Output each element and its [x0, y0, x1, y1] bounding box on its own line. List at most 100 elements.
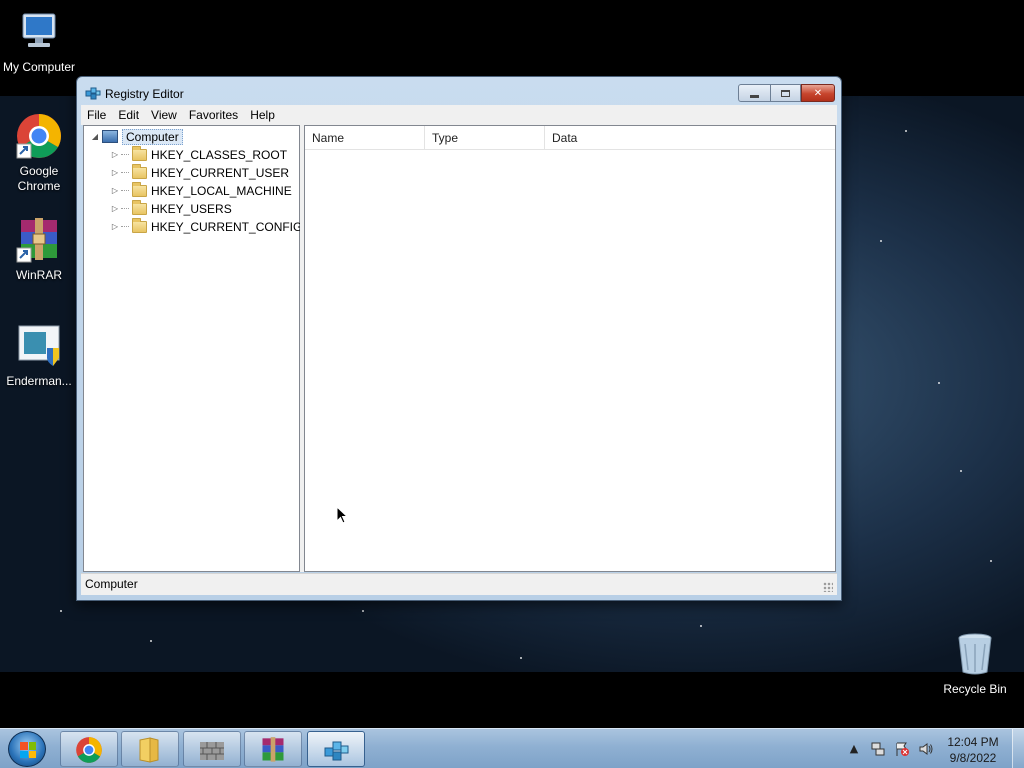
star — [150, 640, 152, 642]
folder-icon — [132, 145, 147, 161]
network-icon[interactable] — [870, 741, 886, 757]
desktop-icon-label: WinRAR — [15, 268, 62, 282]
status-bar: Computer — [81, 573, 837, 595]
chrome-icon — [15, 112, 63, 160]
clock[interactable]: 12:04 PM 9/8/2022 — [936, 734, 1010, 766]
windows-logo-icon — [20, 742, 36, 758]
status-text: Computer — [85, 577, 138, 591]
tree-item-label: HKEY_USERS — [151, 201, 232, 216]
expand-arrow-icon[interactable]: ▷ — [110, 150, 120, 160]
tree-item-hkey-current-user[interactable]: ▷ HKEY_CURRENT_USER — [110, 163, 289, 181]
column-header-type[interactable]: Type — [425, 126, 545, 150]
tree-item-computer[interactable]: ◢ Computer — [90, 128, 183, 145]
expand-arrow-icon[interactable]: ▷ — [110, 222, 120, 232]
tree-item-label: HKEY_LOCAL_MACHINE — [151, 183, 292, 198]
resize-grip-icon[interactable] — [823, 582, 833, 592]
desktop-icon-winrar[interactable]: WinRAR — [0, 216, 78, 283]
tree-item-hkey-local-machine[interactable]: ▷ HKEY_LOCAL_MACHINE — [110, 181, 292, 199]
show-hidden-icon[interactable]: ▲ — [846, 741, 862, 757]
maximize-button[interactable] — [771, 84, 801, 102]
star — [880, 240, 882, 242]
star — [700, 625, 702, 627]
taskbar-button-explorer[interactable] — [121, 731, 179, 767]
menu-bar: File Edit View Favorites Help — [81, 105, 837, 125]
desktop: My Computer Google Chrome WinRAR Enderma… — [0, 0, 1024, 728]
caption-buttons: ✕ — [738, 84, 835, 102]
minimize-button[interactable] — [738, 84, 771, 102]
regedit-icon — [322, 736, 350, 764]
column-header-data[interactable]: Data — [545, 126, 835, 150]
folder-icon — [136, 736, 164, 764]
desktop-icon-enderman[interactable]: Enderman... — [0, 322, 78, 389]
winrar-icon — [259, 736, 287, 764]
maximize-icon — [781, 89, 790, 97]
star — [905, 130, 907, 132]
close-icon: ✕ — [813, 87, 823, 99]
start-button[interactable] — [8, 731, 46, 767]
desktop-icon-recycle-bin[interactable]: Recycle Bin — [936, 630, 1014, 697]
desktop-icon-label: Google Chrome — [17, 164, 61, 193]
window-title: Registry Editor — [105, 87, 184, 101]
menu-view[interactable]: View — [145, 108, 183, 122]
values-list[interactable]: Name Type Data — [304, 125, 836, 572]
title-bar[interactable]: Registry Editor ✕ — [77, 77, 841, 105]
tree-item-label: HKEY_CURRENT_CONFIG — [151, 219, 303, 234]
minimize-icon — [750, 94, 759, 98]
list-header: Name Type Data — [305, 126, 835, 150]
column-header-name[interactable]: Name — [305, 126, 425, 150]
system-tray: ▲ — [842, 729, 938, 768]
volume-icon[interactable] — [918, 741, 934, 757]
registry-editor-window[interactable]: Registry Editor ✕ File Edit View Favorit… — [76, 76, 842, 601]
expand-arrow-icon[interactable]: ▷ — [110, 168, 120, 178]
collapse-arrow-icon[interactable]: ◢ — [90, 132, 100, 142]
folder-icon — [132, 199, 147, 215]
tree-item-label: Computer — [122, 128, 183, 145]
recycle-bin-icon — [951, 630, 999, 678]
tree-item-hkey-current-config[interactable]: ▷ HKEY_CURRENT_CONFIG — [110, 217, 303, 235]
folder-icon — [132, 181, 147, 197]
menu-favorites[interactable]: Favorites — [183, 108, 244, 122]
star — [520, 657, 522, 659]
mouse-cursor-icon — [336, 505, 349, 527]
action-center-icon[interactable] — [894, 741, 910, 757]
desktop-icon-my-computer[interactable]: My Computer — [0, 8, 78, 75]
tree-item-hkey-classes-root[interactable]: ▷ HKEY_CLASSES_ROOT — [110, 145, 287, 163]
desktop-icon-google-chrome[interactable]: Google Chrome — [0, 112, 78, 194]
close-button[interactable]: ✕ — [801, 84, 835, 102]
tree-connector — [121, 226, 129, 227]
taskbar-button-chrome[interactable] — [60, 731, 118, 767]
taskbar-button-regedit[interactable] — [307, 731, 365, 767]
folder-icon — [132, 163, 147, 179]
menu-help[interactable]: Help — [244, 108, 281, 122]
desktop-icon-label: Enderman... — [6, 374, 72, 388]
star — [362, 610, 364, 612]
star — [938, 382, 940, 384]
star — [990, 560, 992, 562]
tree-connector — [121, 172, 129, 173]
computer-icon — [15, 8, 63, 56]
taskbar-button-winrar[interactable] — [244, 731, 302, 767]
expand-arrow-icon[interactable]: ▷ — [110, 204, 120, 214]
computer-icon — [102, 130, 118, 143]
taskbar-button-firewall[interactable] — [183, 731, 241, 767]
star — [960, 470, 962, 472]
winrar-icon — [15, 216, 63, 264]
tree-item-hkey-users[interactable]: ▷ HKEY_USERS — [110, 199, 232, 217]
tree-connector — [121, 208, 129, 209]
wall-icon — [198, 736, 226, 764]
menu-edit[interactable]: Edit — [112, 108, 145, 122]
star — [60, 610, 62, 612]
show-desktop-button[interactable] — [1012, 729, 1024, 768]
desktop-icon-label: My Computer — [2, 60, 76, 74]
clock-date: 9/8/2022 — [949, 751, 997, 765]
regedit-icon — [85, 85, 101, 101]
menu-file[interactable]: File — [81, 108, 112, 122]
clock-time: 12:04 PM — [947, 735, 999, 749]
desktop-icon-label: Recycle Bin — [943, 682, 1007, 696]
tree-connector — [121, 190, 129, 191]
registry-tree[interactable]: ◢ Computer ▷ HKEY_CLASSES_ROOT ▷ HKEY_CU… — [83, 125, 303, 572]
tree-connector — [121, 154, 129, 155]
taskbar: ▲ 12:04 PM 9/8/2022 — [0, 728, 1024, 768]
folder-icon — [132, 217, 147, 233]
expand-arrow-icon[interactable]: ▷ — [110, 186, 120, 196]
